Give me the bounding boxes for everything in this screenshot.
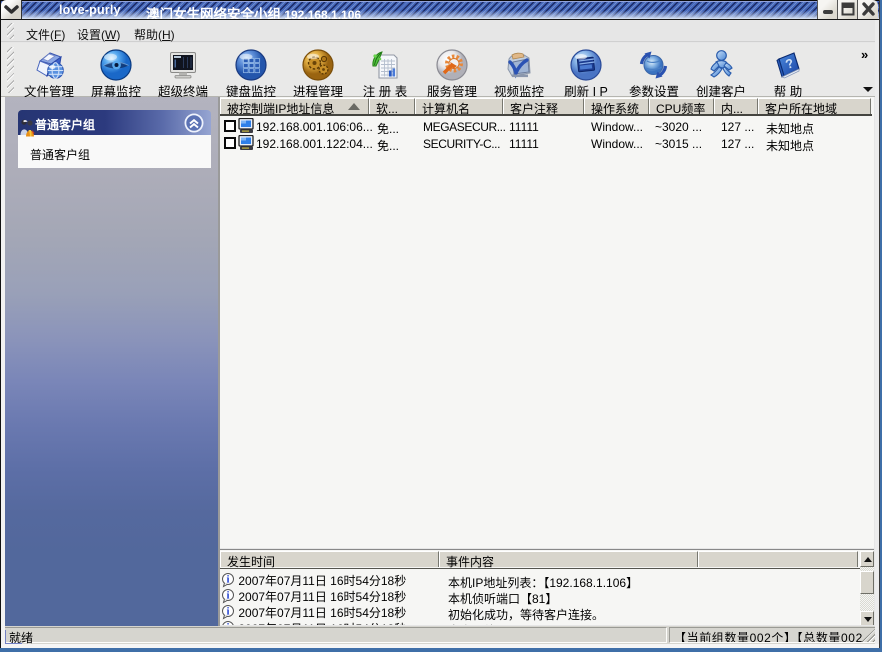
- svg-text:i: i: [227, 607, 230, 618]
- svg-text:i: i: [227, 591, 230, 602]
- svg-text:i: i: [227, 575, 230, 586]
- svg-text:i: i: [227, 623, 230, 626]
